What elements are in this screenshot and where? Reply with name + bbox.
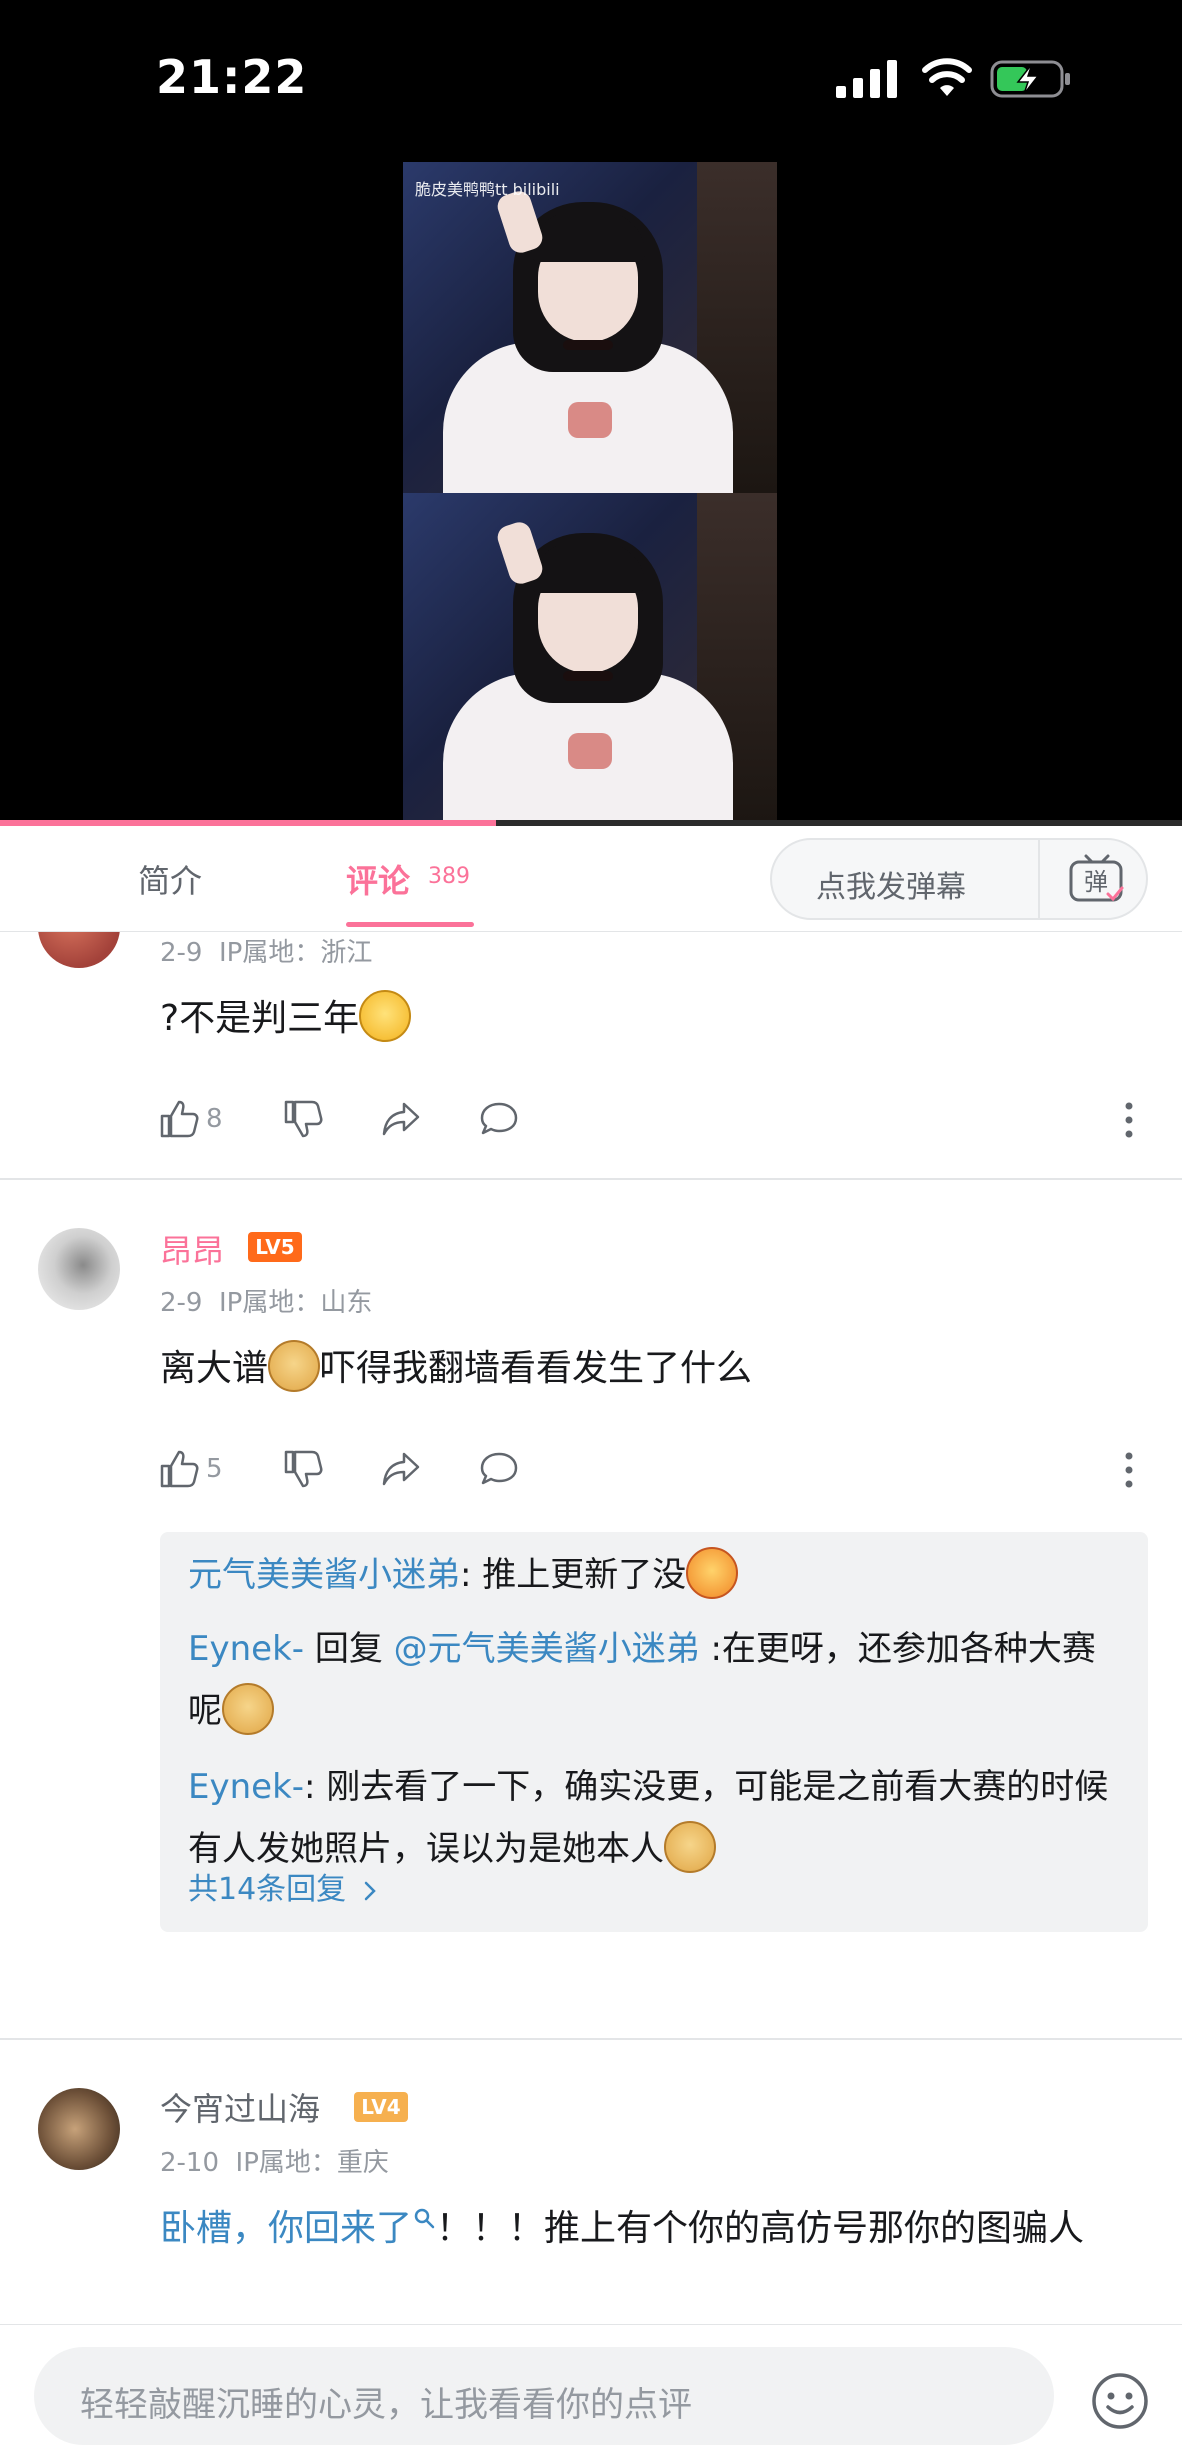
comment-divider	[0, 2038, 1182, 2040]
svg-text:弹: 弹	[1084, 868, 1108, 896]
comment-input[interactable]: 轻轻敲醒沉睡的心灵，让我看看你的点评	[34, 2347, 1054, 2445]
more-icon[interactable]	[1124, 1450, 1134, 1490]
reply-username[interactable]: 元气美美酱小迷弟	[188, 1555, 460, 1595]
comment-text: 卧槽，你回来了 ！！！推上有个你的高仿号那你的图骗人	[160, 2206, 1085, 2249]
comment-ip: IP属地：重庆	[235, 2148, 389, 2178]
reply-button[interactable]	[478, 1444, 520, 1494]
danmaku-placeholder: 点我发弹幕	[816, 870, 966, 905]
reply-button[interactable]	[478, 1094, 520, 1144]
level-badge: LV5	[248, 1232, 302, 1262]
tab-bar: 简介 评论 389 点我发弹幕 弹	[0, 826, 1182, 932]
doge-emoji-icon	[664, 1820, 716, 1873]
reply-icon	[480, 1102, 518, 1135]
reply-line: Eynek- 回复 @元气美美酱小迷弟 :在更呀，还参加各种大赛呢	[188, 1618, 1118, 1742]
video-watermark: 脆皮美鸭鸭tt bilibili	[415, 180, 560, 199]
search-link[interactable]: 卧槽，你回来了	[160, 2208, 412, 2249]
username[interactable]: 今宵过山海	[160, 2084, 320, 2130]
doge-emoji-icon	[268, 1340, 321, 1392]
more-icon[interactable]	[1124, 1100, 1134, 1140]
comment-date: 2-10	[160, 2148, 220, 2178]
more-replies-link[interactable]: 共14条回复	[188, 1864, 378, 1908]
reply-line: 元气美美酱小迷弟: 推上更新了没	[188, 1544, 1118, 1606]
drool-emoji-icon	[686, 1546, 739, 1599]
wifi-icon	[922, 58, 972, 96]
comment-date: 2-9	[160, 938, 203, 968]
avatar[interactable]	[38, 1228, 120, 1310]
avatar[interactable]	[38, 932, 120, 968]
video-player[interactable]: 脆皮美鸭鸭tt bilibili	[403, 162, 777, 824]
share-icon	[382, 1452, 420, 1486]
reply-line: Eynek-: 刚去看了一下，确实没更，可能是之前看大赛的时候有人发她照片，误以…	[188, 1756, 1118, 1880]
status-bar: 21:22	[0, 0, 1182, 150]
reply-username[interactable]: Eynek-	[188, 1767, 304, 1807]
comment-divider	[0, 1178, 1182, 1180]
comment-actions: 8	[158, 1094, 1158, 1144]
dislike-icon	[284, 1100, 323, 1138]
like-button[interactable]: 8	[158, 1094, 223, 1144]
like-button[interactable]: 5	[158, 1444, 223, 1494]
comment-feed[interactable]: 2-9 IP属地：浙江 ?不是判三年 8 昂昂 LV5 2-9 IP属地：山东 …	[0, 932, 1182, 2324]
danmaku-icon[interactable]: 弹	[1068, 854, 1126, 906]
like-count: 5	[206, 1454, 223, 1484]
share-button[interactable]	[380, 1094, 422, 1144]
tab-comments-count: 389	[428, 864, 470, 889]
status-time: 21:22	[156, 50, 308, 104]
danmaku-divider	[1038, 840, 1040, 920]
comment-ip: IP属地：山东	[219, 1288, 373, 1318]
dizzy-face-emoji-icon	[359, 990, 412, 1042]
dislike-button[interactable]	[282, 1094, 324, 1144]
reply-mention[interactable]: @元气美美酱小迷弟	[394, 1629, 700, 1669]
video-area[interactable]: 21:22 脆皮美鸭鸭tt bilibili	[0, 0, 1182, 826]
doge-emoji-icon	[222, 1682, 274, 1735]
signal-icon	[836, 60, 897, 98]
username[interactable]: 昂昂	[160, 1226, 224, 1272]
like-icon	[160, 1450, 199, 1488]
reply-preview-box[interactable]: 元气美美酱小迷弟: 推上更新了没 Eynek- 回复 @元气美美酱小迷弟 :在更…	[160, 1532, 1148, 1932]
reply-username[interactable]: Eynek-	[188, 1629, 304, 1669]
reply-icon	[480, 1452, 518, 1485]
comment-text: ?不是判三年	[160, 988, 412, 1050]
dislike-button[interactable]	[282, 1444, 324, 1494]
video-frame-bottom	[403, 493, 777, 824]
avatar[interactable]	[38, 2088, 120, 2170]
dislike-icon	[284, 1450, 323, 1488]
share-button[interactable]	[380, 1444, 422, 1494]
tab-comments[interactable]: 评论	[346, 856, 410, 902]
comment-ip: IP属地：浙江	[219, 938, 373, 968]
tab-intro[interactable]: 简介	[138, 856, 202, 902]
video-frame-top: 脆皮美鸭鸭tt bilibili	[403, 162, 777, 493]
comment-text: 离大谱 吓得我翻墙看看发生了什么	[160, 1338, 752, 1400]
comment-input-placeholder: 轻轻敲醒沉睡的心灵，让我看看你的点评	[80, 2385, 692, 2425]
comment-date: 2-9	[160, 1288, 203, 1318]
comment-input-bar: 轻轻敲醒沉睡的心灵，让我看看你的点评	[0, 2324, 1182, 2452]
like-icon	[160, 1100, 199, 1138]
danmaku-input[interactable]: 点我发弹幕 弹	[770, 838, 1148, 920]
level-badge: LV4	[354, 2092, 408, 2122]
emoji-icon[interactable]	[1090, 2371, 1150, 2431]
search-icon[interactable]	[412, 2206, 436, 2230]
chevron-right-icon	[364, 1881, 376, 1900]
comment-actions: 5	[158, 1444, 1158, 1494]
like-count: 8	[206, 1104, 223, 1134]
tab-active-indicator	[346, 922, 474, 927]
battery-charging-icon	[990, 60, 1070, 98]
share-icon	[382, 1102, 420, 1136]
